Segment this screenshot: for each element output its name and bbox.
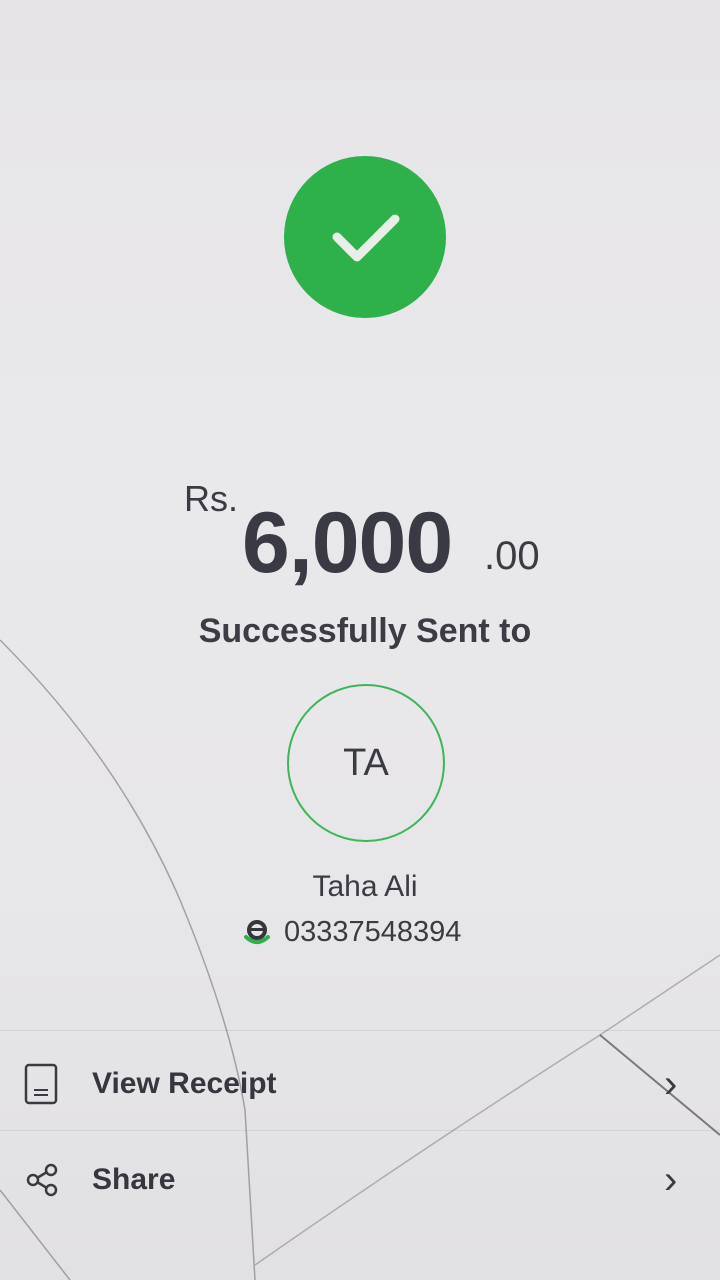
- view-receipt-button[interactable]: View Receipt ›: [0, 1036, 720, 1132]
- share-icon: [26, 1163, 58, 1197]
- divider: [0, 1030, 720, 1031]
- chevron-right-icon: ›: [664, 1157, 678, 1202]
- recipient-phone: 03337548394: [284, 915, 462, 948]
- success-check-badge: [284, 156, 446, 318]
- easypaisa-wallet-icon: [244, 920, 270, 944]
- success-message: Successfully Sent to: [198, 612, 532, 650]
- recipient-name: Taha Ali: [312, 870, 418, 903]
- recipient-phone-row: 03337548394: [242, 914, 461, 950]
- share-label: Share: [92, 1163, 176, 1196]
- view-receipt-label: View Receipt: [92, 1067, 277, 1100]
- checkmark-icon: [332, 214, 400, 262]
- chevron-right-icon: ›: [664, 1061, 678, 1106]
- receipt-icon: [24, 1063, 58, 1105]
- divider: [0, 1130, 720, 1131]
- recipient-avatar: TA: [287, 684, 445, 842]
- currency-label: Rs.: [184, 478, 238, 519]
- share-button[interactable]: Share ›: [0, 1132, 720, 1228]
- amount-decimal: .00: [484, 534, 540, 578]
- amount-display: Rs. 6,000 .00: [0, 472, 720, 592]
- amount-value: 6,000: [242, 495, 453, 591]
